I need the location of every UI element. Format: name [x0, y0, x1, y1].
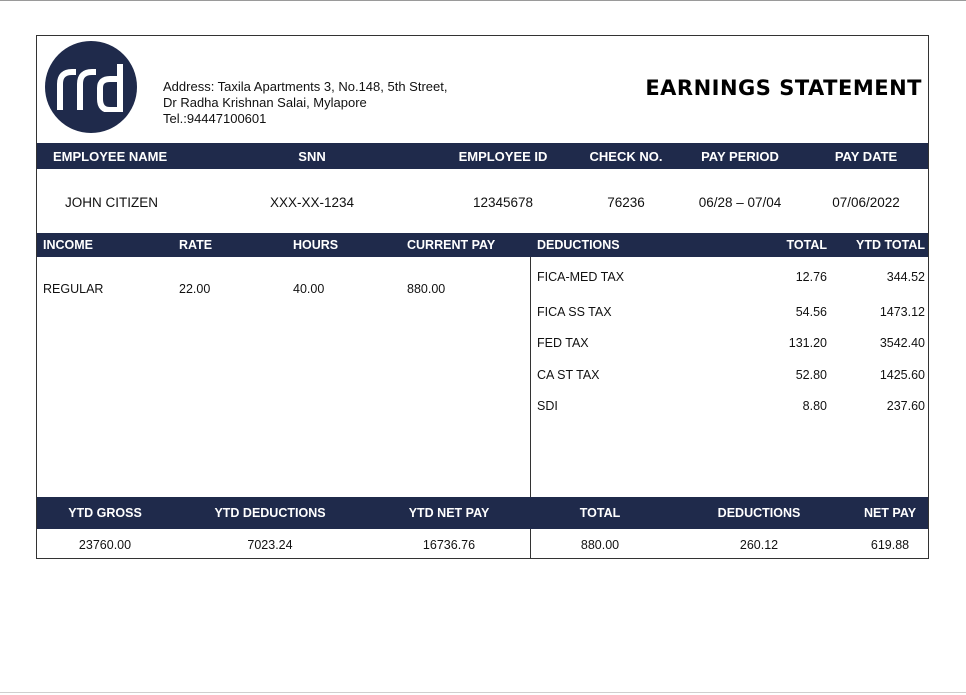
- header-deductions: DEDUCTIONS: [537, 238, 620, 252]
- current-deductions: 260.12: [739, 538, 779, 552]
- deduction-ytd: 3542.40: [879, 336, 925, 350]
- header-employee-id: EMPLOYEE ID: [458, 149, 548, 164]
- header-employee-name: EMPLOYEE NAME: [53, 149, 168, 164]
- deduction-total: 8.80: [802, 399, 827, 413]
- employee-id: 12345678: [472, 195, 534, 210]
- address-line-1: Address: Taxila Apartments 3, No.148, 5t…: [163, 79, 448, 94]
- employee-name: JOHN CITIZEN: [65, 195, 158, 210]
- pay-date: 07/06/2022: [832, 195, 900, 210]
- deduction-row: FICA SS TAX 54.56 1473.12: [531, 305, 928, 325]
- deduction-row: CA ST TAX 52.80 1425.60: [531, 368, 928, 388]
- header-rate: RATE: [179, 238, 213, 252]
- employee-ssn: XXX-XX-1234: [269, 195, 355, 210]
- header-ssn: SNN: [298, 149, 326, 164]
- deduction-total: 54.56: [795, 305, 827, 319]
- deduction-ytd: 1425.60: [879, 368, 925, 382]
- earnings-statement: Address: Taxila Apartments 3, No.148, 5t…: [36, 35, 929, 559]
- header-income: INCOME: [43, 238, 93, 252]
- company-logo: [45, 41, 137, 133]
- header-ytd-net-pay: YTD NET PAY: [408, 506, 490, 520]
- ytd-net-pay: 16736.76: [422, 538, 476, 552]
- net-pay: 619.88: [870, 538, 910, 552]
- deduction-row: SDI 8.80 237.60: [531, 399, 928, 419]
- deduction-total: 52.80: [795, 368, 827, 382]
- header-hours: HOURS: [293, 238, 339, 252]
- deduction-name: FICA SS TAX: [537, 305, 612, 319]
- deduction-total: 131.20: [788, 336, 827, 350]
- rrd-logo-icon: [57, 64, 123, 112]
- deduction-name: FED TAX: [537, 336, 589, 350]
- income-rate: 22.00: [179, 282, 211, 296]
- deduction-ytd: 1473.12: [879, 305, 925, 319]
- ytd-deductions: 7023.24: [247, 538, 293, 552]
- header-deduction-total: TOTAL: [786, 238, 827, 252]
- header-ytd-gross: YTD GROSS: [68, 506, 142, 520]
- deduction-name: FICA-MED TAX: [537, 270, 625, 284]
- summary-header-band: YTD GROSS YTD DEDUCTIONS YTD NET PAY TOT…: [37, 497, 928, 529]
- deduction-name: CA ST TAX: [537, 368, 600, 382]
- employee-info-row: JOHN CITIZEN XXX-XX-1234 12345678 76236 …: [37, 169, 928, 232]
- header-net-pay: NET PAY: [863, 506, 917, 520]
- statement-title: EARNINGS STATEMENT: [645, 76, 922, 100]
- income-deductions-header-band: INCOME RATE HOURS CURRENT PAY DEDUCTIONS…: [37, 233, 928, 257]
- bottom-border: [0, 692, 966, 693]
- header-summary-deductions: DEDUCTIONS: [717, 506, 801, 520]
- deduction-name: SDI: [537, 399, 558, 413]
- deduction-ytd: 344.52: [886, 270, 925, 284]
- deduction-total: 12.76: [795, 270, 827, 284]
- header-check-no: CHECK NO.: [589, 149, 663, 164]
- header-current-pay: CURRENT PAY: [407, 238, 496, 252]
- check-number: 76236: [607, 195, 645, 210]
- income-hours: 40.00: [293, 282, 325, 296]
- deduction-row: FED TAX 131.20 3542.40: [531, 336, 928, 356]
- pay-period: 06/28 – 07/04: [698, 195, 782, 210]
- summary-row: 23760.00 7023.24 16736.76 880.00 260.12 …: [37, 529, 928, 558]
- income-current-pay: 880.00: [407, 282, 446, 296]
- company-phone: Tel.:94447100601: [163, 111, 267, 126]
- company-address: Address: Taxila Apartments 3, No.148, 5t…: [163, 79, 447, 127]
- income-row: REGULAR 22.00 40.00 880.00: [37, 257, 530, 297]
- top-border: [0, 0, 966, 1]
- ytd-gross: 23760.00: [78, 538, 132, 552]
- current-total: 880.00: [580, 538, 620, 552]
- header-ytd-total: YTD TOTAL: [856, 238, 925, 252]
- deduction-row: FICA-MED TAX 12.76 344.52: [531, 270, 928, 290]
- income-type: REGULAR: [43, 282, 104, 296]
- deduction-ytd: 237.60: [886, 399, 925, 413]
- statement-header: Address: Taxila Apartments 3, No.148, 5t…: [37, 36, 928, 142]
- address-line-2: Dr Radha Krishnan Salai, Mylapore: [163, 95, 367, 110]
- header-pay-period: PAY PERIOD: [701, 149, 779, 164]
- header-ytd-deductions: YTD DEDUCTIONS: [214, 506, 326, 520]
- header-total: TOTAL: [579, 506, 621, 520]
- header-pay-date: PAY DATE: [834, 149, 898, 164]
- employee-header-band: EMPLOYEE NAME SNN EMPLOYEE ID CHECK NO. …: [37, 143, 928, 169]
